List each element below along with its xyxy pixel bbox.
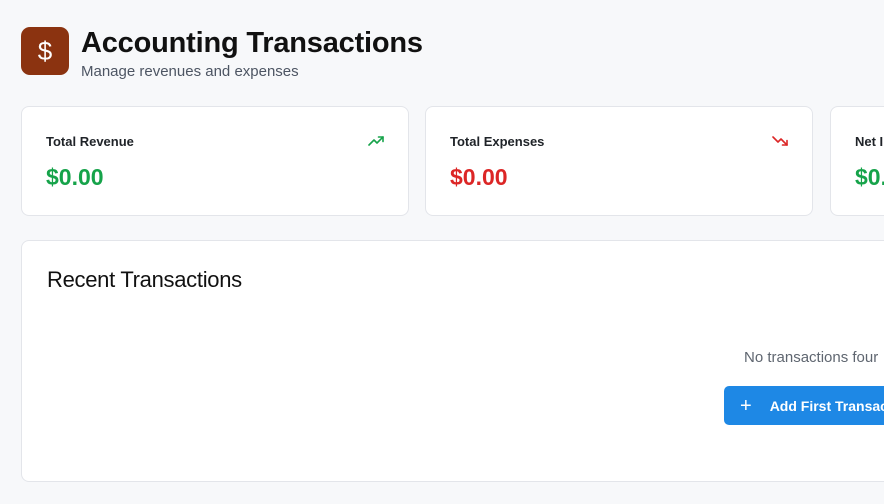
page-header: $ Accounting Transactions Manage revenue… — [21, 27, 423, 81]
recent-transactions-panel: Recent Transactions No transactions four… — [21, 240, 884, 482]
total-expenses-value: $0.00 — [450, 164, 508, 190]
total-revenue-value: $0.00 — [46, 164, 104, 190]
total-revenue-card: Total Revenue $0.00 — [21, 106, 409, 216]
add-first-transaction-button[interactable]: + Add First Transact — [724, 386, 884, 425]
trending-down-icon — [772, 136, 788, 146]
page-title: Accounting Transactions — [81, 27, 423, 59]
empty-state-message: No transactions four — [744, 349, 879, 366]
logo-symbol: $ — [37, 36, 53, 66]
total-expenses-card: Total Expenses $0.00 — [425, 106, 813, 216]
net-income-card: Net I $0. — [830, 106, 884, 216]
header-titles: Accounting Transactions Manage revenues … — [81, 27, 423, 81]
page-subtitle: Manage revenues and expenses — [81, 63, 299, 80]
accounting-page: $ Accounting Transactions Manage revenue… — [0, 0, 884, 504]
net-income-label: Net I — [855, 134, 884, 149]
recent-transactions-title: Recent Transactions — [47, 267, 242, 292]
add-button-label: Add First Transact — [769, 397, 884, 414]
trending-up-icon — [368, 136, 384, 146]
total-expenses-label: Total Expenses — [450, 134, 545, 149]
total-revenue-label: Total Revenue — [46, 134, 134, 149]
net-income-value: $0. — [855, 164, 884, 190]
dollar-sign-icon: $ — [21, 27, 69, 75]
plus-icon: + — [740, 394, 752, 417]
